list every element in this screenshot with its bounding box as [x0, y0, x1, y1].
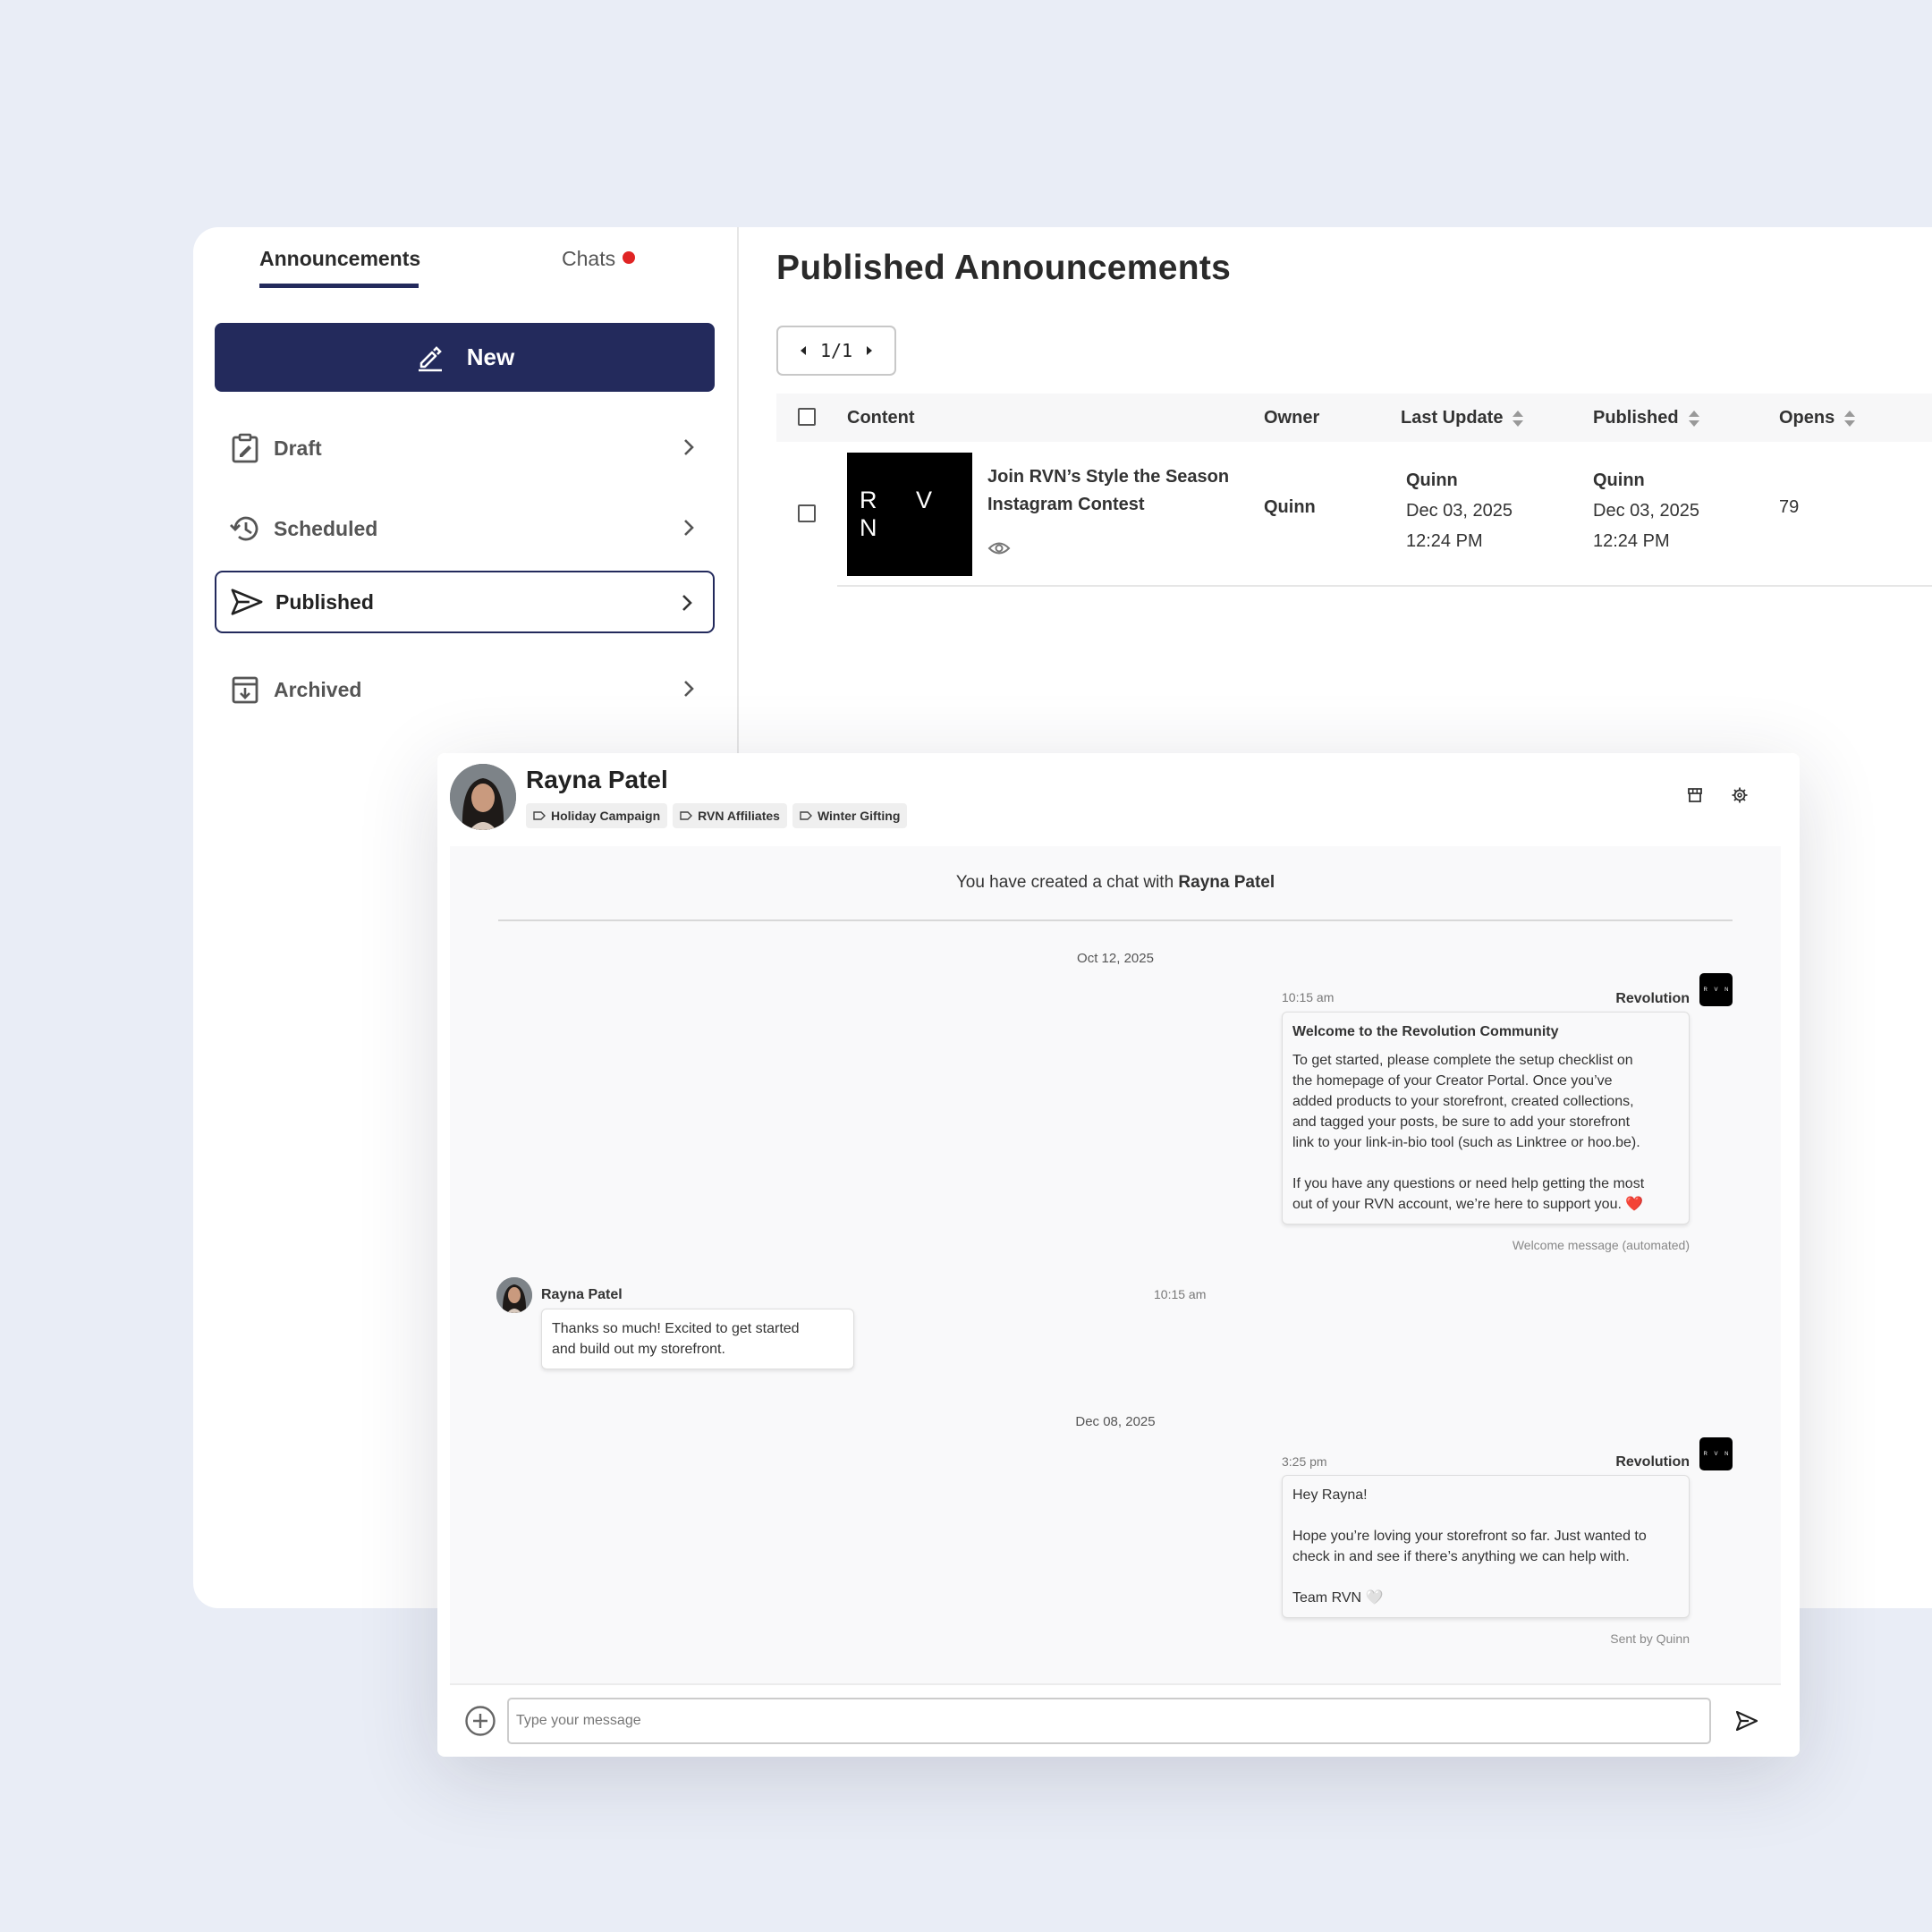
avatar	[496, 1277, 532, 1313]
sidebar-item-label: Scheduled	[274, 516, 378, 540]
send-icon[interactable]	[1736, 1711, 1758, 1731]
clipboard-edit-icon	[229, 432, 261, 464]
message-sender: Revolution	[1615, 1454, 1690, 1470]
chat-messages: You have created a chat with Rayna Patel…	[450, 846, 1781, 1683]
sidebar-item-label: Published	[275, 589, 374, 614]
chat-window: Rayna Patel Holiday Campaign RVN Affilia…	[437, 753, 1800, 1757]
sidebar-item-draft[interactable]: Draft	[215, 417, 715, 479]
caret-right-icon[interactable]	[865, 344, 874, 357]
chevron-right-icon	[684, 520, 694, 536]
page-title: Published Announcements	[776, 249, 1232, 287]
sidebar-item-label: Archived	[274, 677, 362, 701]
chevron-right-icon	[682, 595, 692, 611]
eye-icon[interactable]	[987, 540, 1011, 556]
sidebar-item-published[interactable]: Published	[215, 571, 715, 633]
tag-chip[interactable]: Holiday Campaign	[526, 803, 668, 828]
message-sender: Revolution	[1615, 991, 1690, 1006]
published-cell: Quinn Dec 03, 2025 12:24 PM	[1593, 470, 1699, 551]
message-time: 3:25 pm	[1282, 1454, 1327, 1469]
column-opens[interactable]: Opens	[1779, 408, 1856, 428]
contact-tags: Holiday Campaign RVN Affiliates Winter G…	[526, 803, 908, 828]
owner-cell: Quinn	[1264, 497, 1316, 517]
message-composer	[450, 1683, 1781, 1757]
tag-icon	[680, 811, 693, 820]
date-separator: Oct 12, 2025	[1077, 951, 1154, 966]
chevron-right-icon	[684, 681, 694, 697]
tag-icon	[800, 811, 812, 820]
chevron-right-icon	[684, 439, 694, 455]
sidebar-item-archived[interactable]: Archived	[215, 658, 715, 721]
sidebar-item-label: Draft	[274, 436, 322, 460]
tag-chip[interactable]: Winter Gifting	[792, 803, 908, 828]
message-sender: Rayna Patel	[541, 1287, 623, 1302]
storefront-icon[interactable]	[1687, 787, 1703, 803]
message-input[interactable]	[507, 1698, 1711, 1744]
announcement-title[interactable]: Join RVN’s Style the Season Instagram Co…	[987, 463, 1229, 519]
tab-chats[interactable]: Chats	[562, 247, 636, 271]
opens-cell: 79	[1779, 497, 1800, 517]
message-footer: Sent by Quinn	[1610, 1631, 1690, 1646]
tag-chip[interactable]: RVN Affiliates	[673, 803, 787, 828]
add-attachment-icon[interactable]	[464, 1705, 496, 1737]
history-icon	[229, 513, 261, 545]
message-footer: Welcome message (automated)	[1512, 1238, 1690, 1252]
select-all-checkbox[interactable]	[798, 408, 816, 426]
new-announcement-button[interactable]: New	[215, 323, 715, 392]
brand-avatar: R V N	[1699, 1437, 1733, 1470]
tag-icon	[533, 811, 546, 820]
chat-created-note: You have created a chat with Rayna Patel	[955, 873, 1275, 892]
tab-announcements[interactable]: Announcements	[259, 247, 420, 288]
pencil-icon	[418, 345, 442, 371]
header-actions	[1687, 787, 1748, 803]
sort-icon[interactable]	[1688, 409, 1700, 428]
chat-contact-name: Rayna Patel	[526, 766, 668, 793]
pager-label: 1/1	[819, 340, 853, 361]
column-owner: Owner	[1264, 408, 1320, 428]
message-bubble: Thanks so much! Excited to get started a…	[541, 1309, 854, 1369]
sort-icon[interactable]	[1512, 409, 1524, 428]
column-published[interactable]: Published	[1593, 408, 1700, 428]
archive-icon	[229, 674, 261, 706]
tab-chats-label: Chats	[562, 247, 616, 270]
new-button-label: New	[466, 343, 515, 370]
row-checkbox[interactable]	[798, 504, 816, 522]
message-time: 10:15 am	[1154, 1287, 1207, 1301]
column-last-update[interactable]: Last Update	[1401, 408, 1524, 428]
date-separator: Dec 08, 2025	[1075, 1414, 1156, 1429]
table-header: Content Owner Last Update Published Open…	[776, 394, 1932, 442]
message-bubble: Hey Rayna! Hope you’re loving your store…	[1282, 1475, 1690, 1618]
announcement-thumbnail: R V N	[847, 453, 972, 576]
avatar[interactable]	[450, 764, 516, 830]
unread-dot	[623, 251, 636, 264]
sidebar-item-scheduled[interactable]: Scheduled	[215, 497, 715, 560]
chat-header: Rayna Patel Holiday Campaign RVN Affilia…	[437, 753, 1800, 846]
divider	[498, 919, 1733, 921]
sort-icon[interactable]	[1843, 409, 1856, 428]
row-divider	[837, 585, 1932, 587]
send-icon	[231, 586, 263, 618]
brand-avatar: R V N	[1699, 973, 1733, 1006]
message-bubble: Welcome to the Revolution Community To g…	[1282, 1012, 1690, 1224]
table-row[interactable]: R V N Join RVN’s Style the Season Instag…	[776, 442, 1932, 587]
column-content: Content	[847, 408, 915, 428]
caret-left-icon[interactable]	[799, 344, 808, 357]
last-update-cell: Quinn Dec 03, 2025 12:24 PM	[1406, 470, 1513, 551]
gear-icon[interactable]	[1732, 787, 1748, 803]
pagination[interactable]: 1/1	[776, 326, 896, 376]
message-time: 10:15 am	[1282, 990, 1335, 1004]
